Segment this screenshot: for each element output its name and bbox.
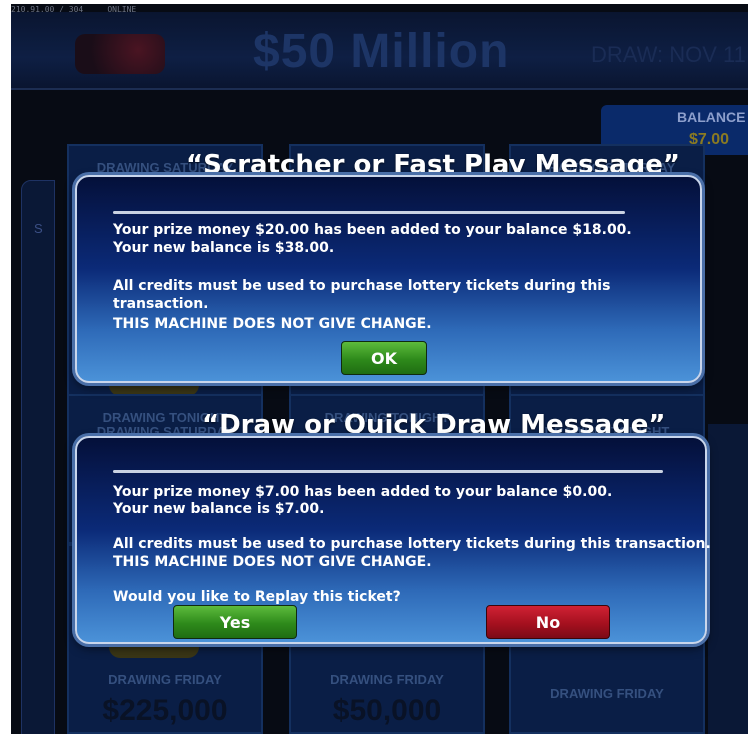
credits-notice-text-cont: transaction.: [113, 296, 209, 312]
dialog-divider: [113, 470, 663, 473]
replay-question: Would you like to Replay this ticket?: [113, 589, 401, 605]
new-balance-text: Your new balance is $38.00.: [113, 240, 335, 256]
draw-message-dialog: Your prize money $7.00 has been added to…: [75, 436, 711, 644]
tile-draw-day: DRAWING FRIDAY: [550, 686, 664, 701]
new-balance-text: Your new balance is $7.00.: [113, 501, 325, 517]
side-tab-label: S: [34, 221, 43, 236]
no-button[interactable]: No: [486, 605, 610, 639]
credits-notice-text: All credits must be used to purchase lot…: [113, 278, 611, 294]
right-edge-panel: [708, 424, 748, 734]
tile-draw-day: DRAWING FRIDAY: [330, 672, 444, 687]
tile-draw-day: DRAWING FRIDAY: [108, 672, 222, 687]
no-change-warning: THIS MACHINE DOES NOT GIVE CHANGE.: [113, 554, 432, 570]
jackpot-banner: $50 Million DRAW: NOV 11: [11, 12, 748, 90]
tile-jackpot-amount: $50,000: [332, 694, 442, 727]
no-change-warning: THIS MACHINE DOES NOT GIVE CHANGE.: [113, 316, 432, 332]
prize-added-text: Your prize money $7.00 has been added to…: [113, 484, 613, 500]
scratcher-message-dialog: Your prize money $20.00 has been added t…: [75, 175, 702, 383]
credits-notice-text: All credits must be used to purchase lot…: [113, 536, 711, 552]
tile-jackpot-amount: $225,000: [102, 694, 228, 727]
dialog-divider: [113, 211, 625, 214]
ok-button[interactable]: OK: [341, 341, 427, 375]
side-tab-panel[interactable]: S: [21, 180, 55, 734]
lottery-logo: [75, 34, 165, 74]
prize-added-text: Your prize money $20.00 has been added t…: [113, 222, 632, 238]
balance-label: BALANCE: [677, 109, 746, 125]
draw-date: DRAW: NOV 11: [591, 42, 746, 67]
jackpot-amount: $50 Million: [253, 25, 510, 78]
yes-button[interactable]: Yes: [173, 605, 297, 639]
